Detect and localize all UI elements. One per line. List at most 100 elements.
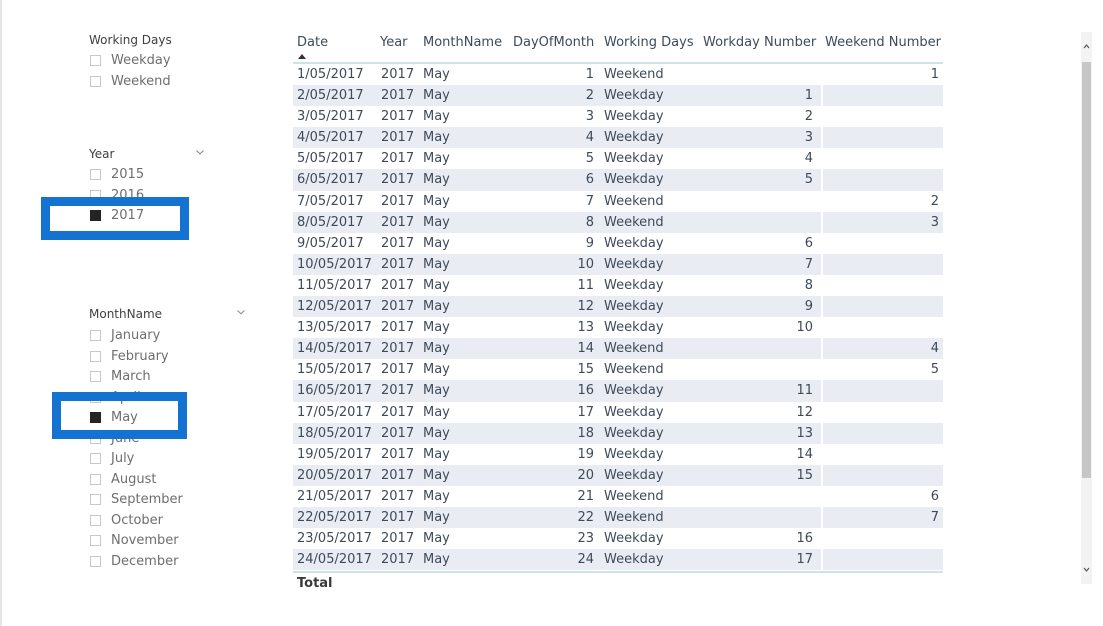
scrollbar-thumb[interactable] (1082, 62, 1091, 478)
cell-dayofmonth: 9 (585, 235, 594, 251)
cell-working-days: Weekday (604, 235, 664, 251)
table-row[interactable]: 2/05/2017 2017 May 2 Weekday 1 (293, 85, 943, 107)
table-row[interactable]: 14/05/2017 2017 May 14 Weekend 4 (293, 338, 943, 360)
cell-monthname: May (423, 88, 450, 104)
checkbox[interactable] (90, 330, 101, 341)
table-row[interactable]: 8/05/2017 2017 May 8 Weekend 3 (293, 211, 943, 233)
slicer-item-weekday[interactable]: Weekday (89, 51, 259, 72)
table-row[interactable]: 17/05/2017 2017 May 17 Weekday 12 (293, 402, 943, 423)
table-row[interactable]: 19/05/2017 2017 May 19 Weekday 14 (293, 444, 943, 465)
table-row[interactable]: 20/05/2017 2017 May 20 Weekday 15 (293, 464, 943, 486)
row-background (823, 106, 943, 127)
table-row[interactable]: 9/05/2017 2017 May 9 Weekday 6 (293, 233, 943, 254)
table-row[interactable]: 22/05/2017 2017 May 22 Weekend 7 (293, 506, 943, 529)
checkbox[interactable] (90, 55, 101, 66)
table-row[interactable]: 18/05/2017 2017 May 18 Weekday 13 (293, 422, 943, 444)
table-row[interactable]: 15/05/2017 2017 May 15 Weekend 5 (293, 359, 943, 380)
slicer-item-december[interactable]: December (89, 552, 249, 573)
slicer-item-february[interactable]: February (89, 347, 249, 368)
column-header-monthname[interactable]: MonthName (423, 35, 502, 50)
slicer-item-2015[interactable]: 2015 (89, 165, 209, 186)
cell-date: 18/05/2017 (297, 425, 372, 441)
cell-workday-number: 14 (796, 446, 813, 462)
cell-working-days: Weekday (604, 425, 664, 441)
table-scrollbar[interactable] (1081, 32, 1092, 584)
table-row[interactable]: 3/05/2017 2017 May 3 Weekday 2 (293, 106, 943, 127)
checkbox[interactable] (90, 555, 101, 567)
checkbox[interactable] (90, 453, 101, 464)
table-row[interactable]: 23/05/2017 2017 May 23 Weekday 16 (293, 528, 943, 549)
table-row[interactable]: 16/05/2017 2017 May 16 Weekday 11 (293, 380, 943, 402)
cell-year: 2017 (381, 299, 415, 315)
cell-workday-number: 12 (796, 404, 813, 420)
slicer-item-label: July (111, 451, 135, 466)
table-row[interactable]: 5/05/2017 2017 May 5 Weekday 4 (293, 148, 943, 169)
cell-date: 13/05/2017 (297, 320, 372, 336)
checkbox[interactable] (90, 350, 101, 362)
table-row[interactable]: 4/05/2017 2017 May 4 Weekday 3 (293, 127, 943, 149)
slicer-title-text: Year (89, 147, 115, 161)
checkbox[interactable] (90, 514, 101, 526)
chevron-down-icon[interactable] (196, 148, 204, 156)
cell-year: 2017 (381, 277, 415, 293)
column-header-workday-number[interactable]: Workday Number (703, 35, 816, 50)
cell-workday-number: 8 (804, 277, 813, 293)
row-background (293, 127, 821, 149)
cell-working-days: Weekday (604, 467, 664, 483)
cell-working-days: Weekday (604, 320, 664, 336)
slicer-item-weekend[interactable]: Weekend (89, 72, 259, 93)
slicer-item-july[interactable]: July (89, 449, 249, 470)
column-header-year[interactable]: Year (380, 35, 408, 50)
cell-working-days: Weekday (604, 383, 664, 399)
cell-date: 24/05/2017 (297, 552, 372, 568)
chevron-down-icon[interactable] (1081, 562, 1092, 584)
checkbox[interactable] (90, 169, 101, 180)
table-row[interactable]: 1/05/2017 2017 May 1 Weekend 1 (293, 64, 943, 85)
table-row[interactable]: 10/05/2017 2017 May 10 Weekday 7 (293, 253, 943, 275)
column-header-dayofmonth[interactable]: DayOfMonth (513, 35, 594, 50)
table-row[interactable]: 24/05/2017 2017 May 24 Weekday 17 (293, 549, 943, 571)
column-header-weekend-number[interactable]: Weekend Number (825, 35, 941, 50)
row-background (823, 127, 943, 149)
table-row[interactable]: 12/05/2017 2017 May 12 Weekday 9 (293, 296, 943, 318)
checkbox[interactable] (90, 473, 101, 485)
cell-date: 16/05/2017 (297, 383, 372, 399)
cell-monthname: May (423, 130, 450, 146)
chevron-down-icon[interactable] (237, 308, 245, 316)
slicer-item-november[interactable]: November (89, 531, 249, 552)
row-background (293, 233, 821, 254)
checkbox[interactable] (90, 371, 101, 382)
cell-dayofmonth: 14 (577, 341, 594, 357)
checkbox[interactable] (90, 75, 101, 87)
slicer-item-october[interactable]: October (89, 511, 249, 532)
row-background (823, 402, 943, 423)
column-header-working-days[interactable]: Working Days (604, 35, 694, 50)
slicer-item-label: Weekday (111, 53, 171, 68)
slicer-item-label: September (111, 492, 183, 507)
column-header-date[interactable]: Date (297, 35, 328, 50)
row-background (293, 402, 821, 423)
table-row[interactable]: 6/05/2017 2017 May 6 Weekday 5 (293, 169, 943, 191)
cell-dayofmonth: 10 (577, 256, 594, 272)
cell-monthname: May (423, 320, 450, 336)
table-row[interactable]: 7/05/2017 2017 May 7 Weekend 2 (293, 191, 943, 212)
cell-monthname: May (423, 488, 450, 504)
row-background (823, 317, 943, 338)
row-background (293, 296, 821, 318)
cell-dayofmonth: 20 (577, 467, 594, 483)
table-row[interactable]: 13/05/2017 2017 May 13 Weekday 10 (293, 317, 943, 338)
table-row[interactable]: 11/05/2017 2017 May 11 Weekday 8 (293, 275, 943, 296)
slicer-item-march[interactable]: March (89, 367, 249, 388)
slicer-item-august[interactable]: August (89, 470, 249, 491)
checkbox[interactable] (90, 535, 101, 546)
cell-date: 21/05/2017 (297, 488, 372, 504)
row-background (293, 444, 821, 465)
checkbox[interactable] (90, 494, 101, 505)
chevron-up-icon[interactable] (1081, 32, 1092, 60)
slicer-item-september[interactable]: September (89, 490, 249, 511)
slicer-item-january[interactable]: January (89, 326, 249, 347)
cell-monthname: May (423, 235, 450, 251)
table-row[interactable]: 21/05/2017 2017 May 21 Weekend 6 (293, 486, 943, 507)
row-background (293, 380, 821, 402)
row-background (823, 275, 943, 296)
